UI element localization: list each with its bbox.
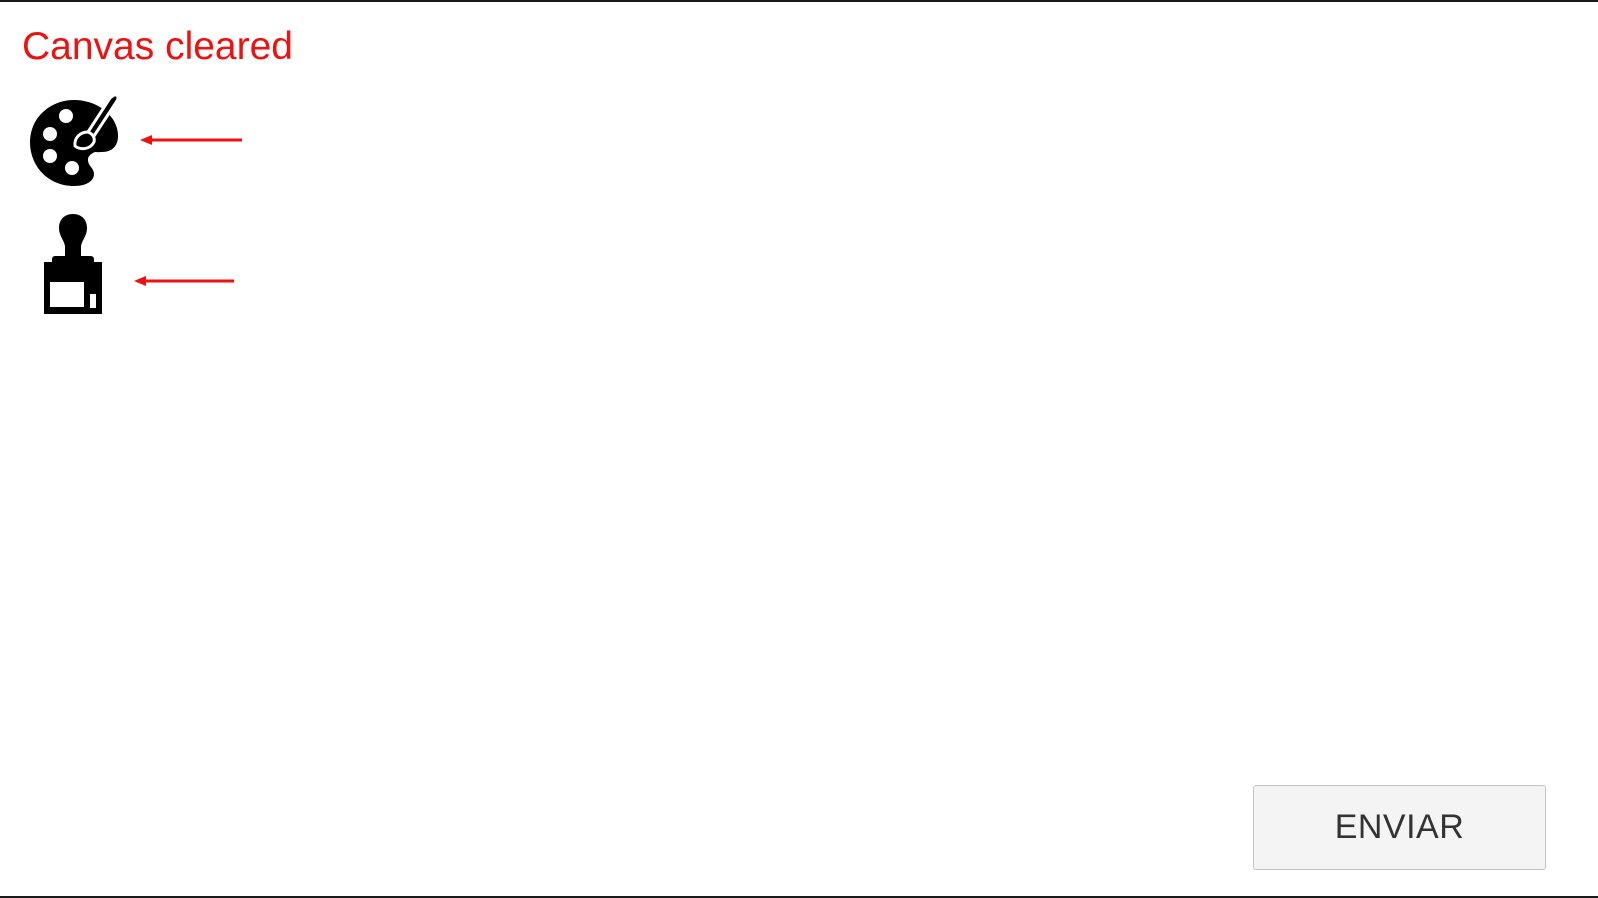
canvas-area[interactable]: Canvas cleared ENVIAR xyxy=(0,0,1598,898)
paint-brush-icon xyxy=(44,214,102,314)
pointer-arrow-icon xyxy=(140,135,242,145)
brush-tool-button[interactable] xyxy=(40,214,106,316)
pointer-arrow-icon xyxy=(134,276,234,286)
send-button[interactable]: ENVIAR xyxy=(1253,785,1546,870)
palette-icon xyxy=(30,93,120,186)
status-message: Canvas cleared xyxy=(22,25,293,68)
palette-tool-button[interactable] xyxy=(28,92,120,188)
